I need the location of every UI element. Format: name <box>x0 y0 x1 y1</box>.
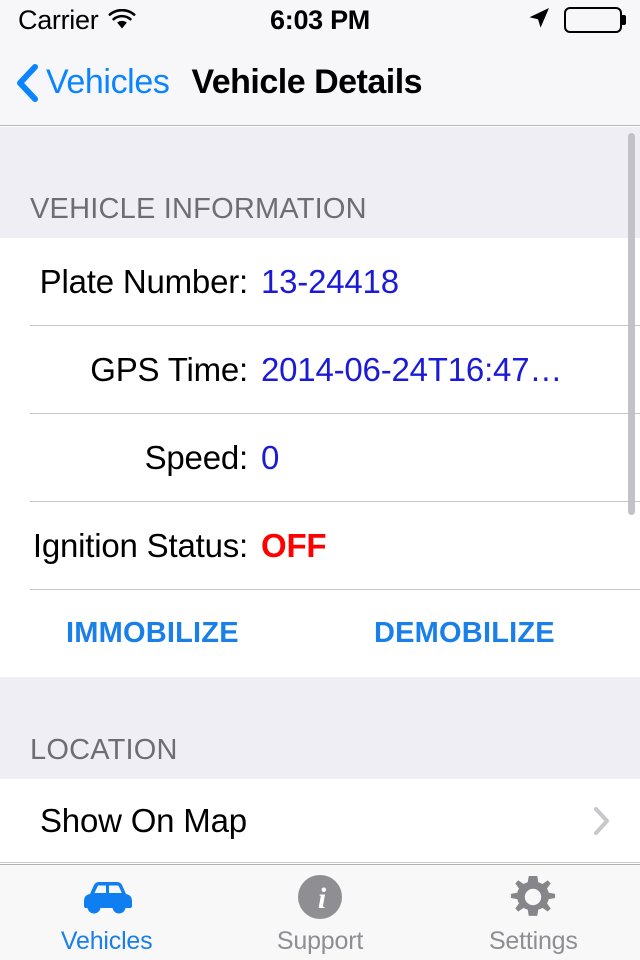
table-row-ignition-status[interactable]: Ignition Status: OFF <box>0 502 640 590</box>
tab-settings-label: Settings <box>488 927 578 955</box>
table-row-immobilize-actions: IMMOBILIZE DEMOBILIZE <box>0 590 640 677</box>
speed-value: 0 <box>261 439 280 476</box>
section-header-label: VEHICLE INFORMATION <box>30 193 367 225</box>
car-icon <box>76 873 138 921</box>
vehicle-details-screen: Carrier 6:03 PM Vehicles Vehicle Details… <box>0 0 640 960</box>
location-arrow-icon <box>526 5 552 36</box>
carrier-label: Carrier <box>18 4 99 35</box>
back-button-label: Vehicles <box>46 63 170 101</box>
gps-time-label: GPS Time: <box>90 351 248 388</box>
speed-label: Speed: <box>144 439 249 476</box>
immobilize-button[interactable]: IMMOBILIZE <box>66 617 239 650</box>
demobilize-button[interactable]: DEMOBILIZE <box>374 617 555 650</box>
table-row-plate-number[interactable]: Plate Number: 13-24418 <box>0 238 640 326</box>
details-scroll-view[interactable]: VEHICLE INFORMATION Plate Number: 13-244… <box>0 127 640 960</box>
info-circle-icon: i <box>297 873 343 921</box>
status-bar-right <box>370 5 627 36</box>
chevron-left-icon <box>16 63 38 102</box>
show-on-map-label: Show On Map <box>40 802 247 839</box>
plate-number-value: 13-24418 <box>261 263 399 300</box>
status-bar-left: Carrier <box>18 5 270 36</box>
gps-time-value: 2014-06-24T16:47… <box>261 351 563 388</box>
table-row-speed[interactable]: Speed: 0 <box>0 414 640 502</box>
section-header-location: LOCATION <box>0 677 640 779</box>
ignition-status-label: Ignition Status: <box>32 527 248 564</box>
status-bar: Carrier 6:03 PM <box>0 0 640 40</box>
tab-vehicles-label: Vehicles <box>60 927 153 955</box>
gear-icon <box>509 873 557 921</box>
section-header-label: LOCATION <box>30 734 178 766</box>
back-button[interactable]: Vehicles <box>16 63 170 102</box>
chevron-right-icon <box>593 806 611 836</box>
section-header-vehicle-information: VEHICLE INFORMATION <box>0 127 640 238</box>
ignition-status-value: OFF <box>261 527 327 564</box>
svg-text:i: i <box>318 882 327 915</box>
battery-full-icon <box>564 7 627 33</box>
navigation-bar: Vehicles Vehicle Details <box>0 40 640 126</box>
tab-settings[interactable]: Settings <box>427 865 640 960</box>
clock-label: 6:03 PM <box>270 4 370 35</box>
plate-number-label: Plate Number: <box>39 263 249 300</box>
show-on-map-row[interactable]: Show On Map <box>0 779 640 863</box>
tab-vehicles[interactable]: Vehicles <box>0 865 213 960</box>
wifi-icon <box>108 8 136 31</box>
page-title: Vehicle Details <box>191 63 423 101</box>
vertical-scrollbar[interactable] <box>628 133 635 515</box>
status-bar-center: 6:03 PM <box>270 5 370 36</box>
tab-support-label: Support <box>276 927 364 955</box>
row-separator <box>0 862 640 863</box>
tab-support[interactable]: i Support <box>213 865 426 960</box>
table-row-gps-time[interactable]: GPS Time: 2014-06-24T16:47… <box>0 326 640 414</box>
tab-bar: Vehicles i Support Settings <box>0 864 640 960</box>
